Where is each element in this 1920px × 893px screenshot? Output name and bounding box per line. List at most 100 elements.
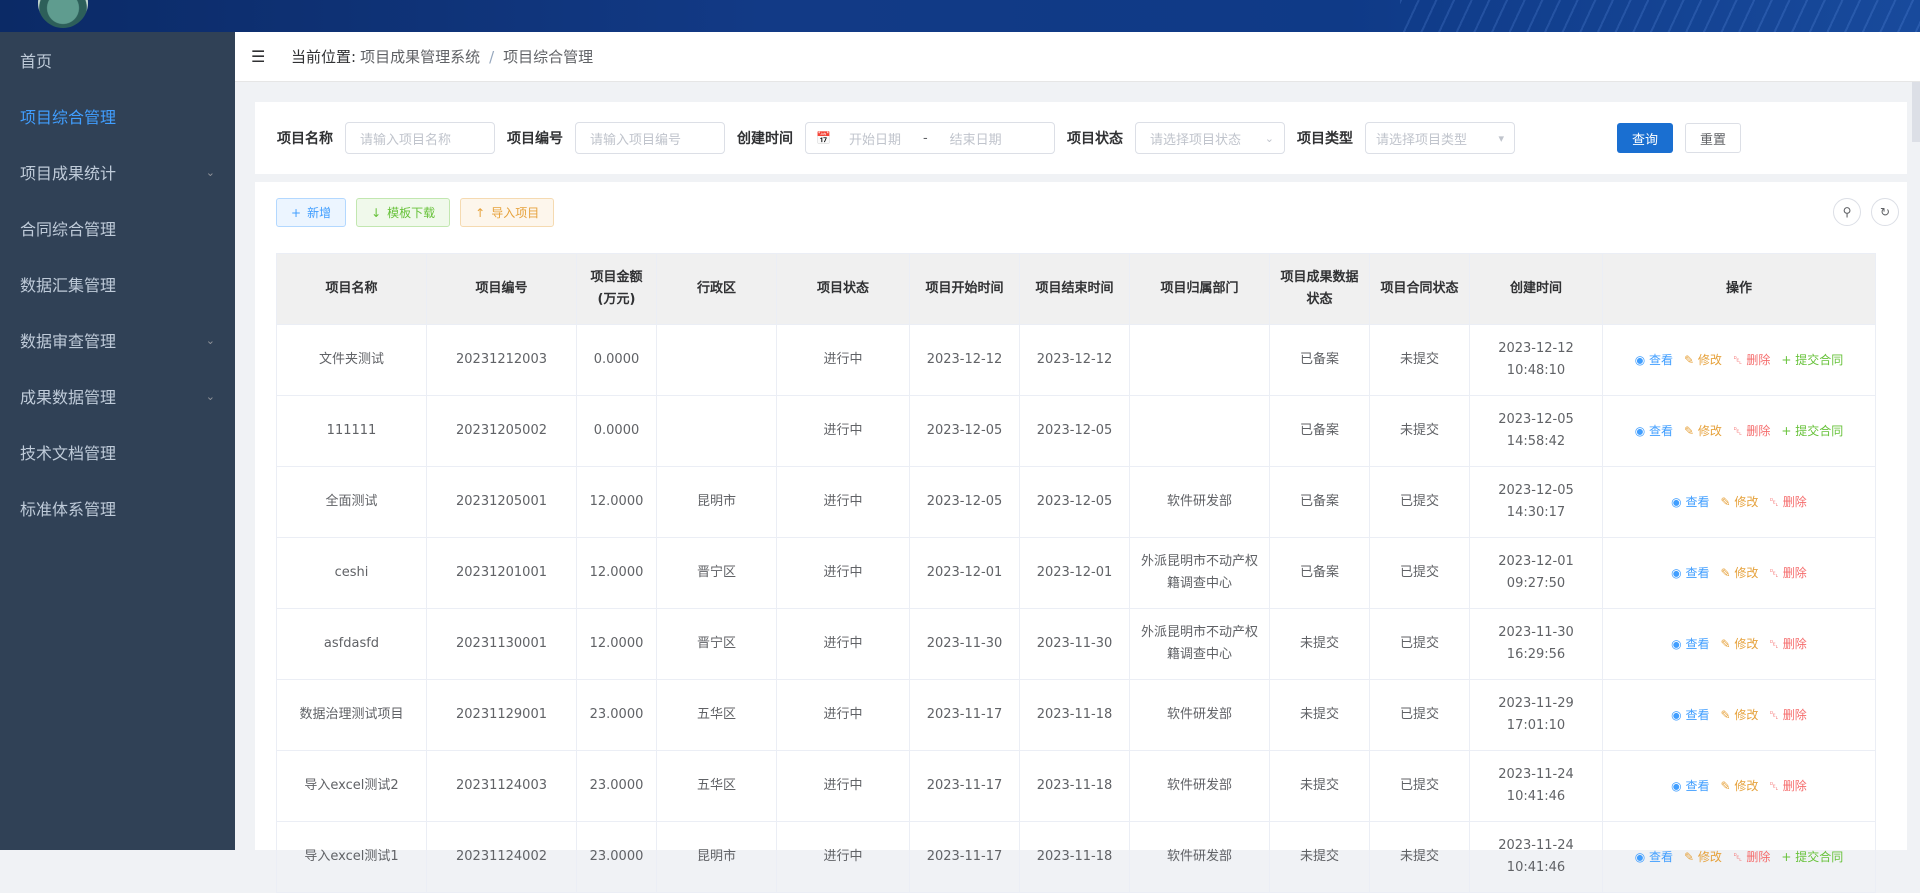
row-actions: ◉ 查看 ✎ 修改 ␡ 删除 bbox=[1609, 704, 1869, 726]
edit-icon: ✎ bbox=[1684, 850, 1698, 864]
delete-button[interactable]: ␡ 删除 bbox=[1733, 420, 1770, 442]
scrollbar[interactable] bbox=[1912, 82, 1920, 142]
project-status-select[interactable]: 请选择项目状态 ⌄ bbox=[1135, 122, 1285, 154]
delete-button[interactable]: ␡ 删除 bbox=[1769, 704, 1806, 726]
view-button-label: 查看 bbox=[1685, 495, 1710, 509]
delete-button[interactable]: ␡ 删除 bbox=[1733, 349, 1770, 371]
edit-button[interactable]: ✎ 修改 bbox=[1684, 846, 1722, 868]
logo bbox=[38, 0, 88, 28]
view-button[interactable]: ◉ 查看 bbox=[1671, 775, 1709, 797]
sidebar-item-label: 标准体系管理 bbox=[20, 500, 117, 519]
edit-button[interactable]: ✎ 修改 bbox=[1720, 704, 1758, 726]
delete-button[interactable]: ␡ 删除 bbox=[1769, 633, 1806, 655]
delete-button[interactable]: ␡ 删除 bbox=[1733, 846, 1770, 868]
edit-button[interactable]: ✎ 修改 bbox=[1720, 633, 1758, 655]
submit-contract-button[interactable]: + 提交合同 bbox=[1781, 349, 1843, 371]
project-name-label: 项目名称 bbox=[277, 131, 333, 147]
project-table: 项目名称 项目编号 项目金额(万元) 行政区 项目状态 项目开始时间 项目结束时… bbox=[276, 253, 1876, 893]
eye-icon: ◉ bbox=[1671, 708, 1686, 722]
submit-contract-button[interactable]: + 提交合同 bbox=[1781, 846, 1843, 868]
sidebar-item-project-management[interactable]: 项目综合管理 bbox=[0, 88, 235, 144]
edit-icon: ✎ bbox=[1720, 779, 1735, 793]
table-row: 全面测试 20231205001 12.0000 昆明市 进行中 2023-12-05 20… bbox=[276, 466, 1876, 538]
cell-result-status: 未提交 bbox=[1269, 750, 1370, 822]
col-header-amount: 项目金额(万元) bbox=[576, 253, 657, 325]
sidebar-item-data-review[interactable]: 数据审查管理 ⌄ bbox=[0, 312, 235, 368]
edit-button-label: 修改 bbox=[1697, 424, 1722, 438]
hamburger-icon[interactable]: ☰ bbox=[251, 47, 269, 66]
delete-button[interactable]: ␡ 删除 bbox=[1769, 562, 1806, 584]
cell-end: 2023-11-18 bbox=[1019, 750, 1130, 822]
add-button[interactable]: + 新增 bbox=[276, 198, 347, 227]
breadcrumb-item-system[interactable]: 项目成果管理系统 bbox=[360, 46, 480, 67]
cell-start: 2023-12-01 bbox=[909, 537, 1020, 609]
edit-button[interactable]: ✎ 修改 bbox=[1720, 775, 1758, 797]
submit-contract-button[interactable]: + 提交合同 bbox=[1781, 420, 1843, 442]
delete-button[interactable]: ␡ 删除 bbox=[1769, 491, 1806, 513]
table-header-row: 项目名称 项目编号 项目金额(万元) 行政区 项目状态 项目开始时间 项目结束时… bbox=[276, 253, 1876, 325]
edit-button[interactable]: ✎ 修改 bbox=[1720, 562, 1758, 584]
project-name-input[interactable]: 请输入项目名称 bbox=[345, 122, 495, 154]
download-icon: ↓ bbox=[371, 205, 382, 220]
navbar: ☰ 当前位置: 项目成果管理系统 / 项目综合管理 bbox=[235, 32, 1920, 82]
plus-icon: + bbox=[1781, 850, 1796, 864]
reset-button[interactable]: 重置 bbox=[1685, 123, 1741, 153]
cell-contract-status: 未提交 bbox=[1369, 324, 1470, 396]
cell-end: 2023-11-30 bbox=[1019, 608, 1130, 680]
cell-dept: 外派昆明市不动产权籍调查中心 bbox=[1129, 537, 1270, 609]
cell-result-status: 已备案 bbox=[1269, 395, 1370, 467]
cell-contract-status: 已提交 bbox=[1369, 537, 1470, 609]
search-toggle-button[interactable]: ⚲ bbox=[1833, 198, 1861, 226]
edit-button[interactable]: ✎ 修改 bbox=[1720, 491, 1758, 513]
cell-name: 文件夹测试 bbox=[276, 324, 427, 396]
trash-icon: ␡ bbox=[1769, 495, 1783, 509]
cell-status: 进行中 bbox=[776, 466, 910, 538]
sidebar-item-home[interactable]: 首页 bbox=[0, 32, 235, 88]
delete-button[interactable]: ␡ 删除 bbox=[1769, 775, 1806, 797]
plus-icon: + bbox=[291, 205, 302, 220]
cell-result-status: 已备案 bbox=[1269, 537, 1370, 609]
table-row: asfdasfd 20231130001 12.0000 晋宁区 进行中 2023-11-… bbox=[276, 608, 1876, 680]
refresh-button[interactable]: ↻ bbox=[1871, 198, 1899, 226]
plus-icon: + bbox=[1781, 424, 1796, 438]
sidebar-item-result-data[interactable]: 成果数据管理 ⌄ bbox=[0, 368, 235, 424]
cell-dept: 软件研发部 bbox=[1129, 466, 1270, 538]
edit-button[interactable]: ✎ 修改 bbox=[1684, 420, 1722, 442]
template-download-button[interactable]: ↓ 模板下载 bbox=[356, 198, 451, 227]
sidebar-item-label: 项目综合管理 bbox=[20, 108, 117, 127]
view-button[interactable]: ◉ 查看 bbox=[1635, 846, 1673, 868]
view-button[interactable]: ◉ 查看 bbox=[1671, 633, 1709, 655]
breadcrumb-item-current: 项目综合管理 bbox=[503, 48, 594, 66]
delete-button-label: 删除 bbox=[1746, 424, 1771, 438]
col-header-result-status: 项目成果数据状态 bbox=[1269, 253, 1370, 325]
sidebar-item-standards[interactable]: 标准体系管理 bbox=[0, 480, 235, 536]
view-button[interactable]: ◉ 查看 bbox=[1635, 420, 1673, 442]
cell-amount: 23.0000 bbox=[576, 750, 657, 822]
breadcrumb-separator: / bbox=[489, 47, 495, 66]
refresh-icon: ↻ bbox=[1879, 205, 1891, 219]
project-code-input[interactable]: 请输入项目编号 bbox=[575, 122, 725, 154]
query-button[interactable]: 查询 bbox=[1617, 123, 1673, 153]
view-button[interactable]: ◉ 查看 bbox=[1671, 562, 1709, 584]
create-time-range-picker[interactable]: 📅 开始日期 - 结束日期 bbox=[805, 122, 1055, 154]
col-header-start: 项目开始时间 bbox=[909, 253, 1020, 325]
sidebar-item-tech-docs[interactable]: 技术文档管理 bbox=[0, 424, 235, 480]
table-row: 数据治理测试项目 20231129001 23.0000 五华区 进行中 2023-11-… bbox=[276, 679, 1876, 751]
sidebar-item-contract-management[interactable]: 合同综合管理 bbox=[0, 200, 235, 256]
project-status-placeholder: 请选择项目状态 bbox=[1150, 132, 1242, 148]
row-actions: ◉ 查看 ✎ 修改 ␡ 删除 + 提交合同 bbox=[1609, 420, 1869, 442]
edit-button[interactable]: ✎ 修改 bbox=[1684, 349, 1722, 371]
view-button[interactable]: ◉ 查看 bbox=[1671, 491, 1709, 513]
trash-icon: ␡ bbox=[1769, 637, 1783, 651]
project-type-placeholder: 请选择项目类型 bbox=[1376, 132, 1468, 148]
breadcrumb-prefix: 当前位置: bbox=[291, 48, 357, 66]
row-actions: ◉ 查看 ✎ 修改 ␡ 删除 bbox=[1609, 633, 1869, 655]
sidebar-item-project-stats[interactable]: 项目成果统计 ⌄ bbox=[0, 144, 235, 200]
sidebar-item-label: 首页 bbox=[20, 52, 53, 71]
project-type-select[interactable]: 请选择项目类型 ▾ bbox=[1365, 122, 1515, 154]
view-button[interactable]: ◉ 查看 bbox=[1635, 349, 1673, 371]
view-button[interactable]: ◉ 查看 bbox=[1671, 704, 1709, 726]
import-project-button[interactable]: ↑ 导入项目 bbox=[460, 198, 555, 227]
cell-status: 进行中 bbox=[776, 395, 910, 467]
sidebar-item-data-collection[interactable]: 数据汇集管理 bbox=[0, 256, 235, 312]
